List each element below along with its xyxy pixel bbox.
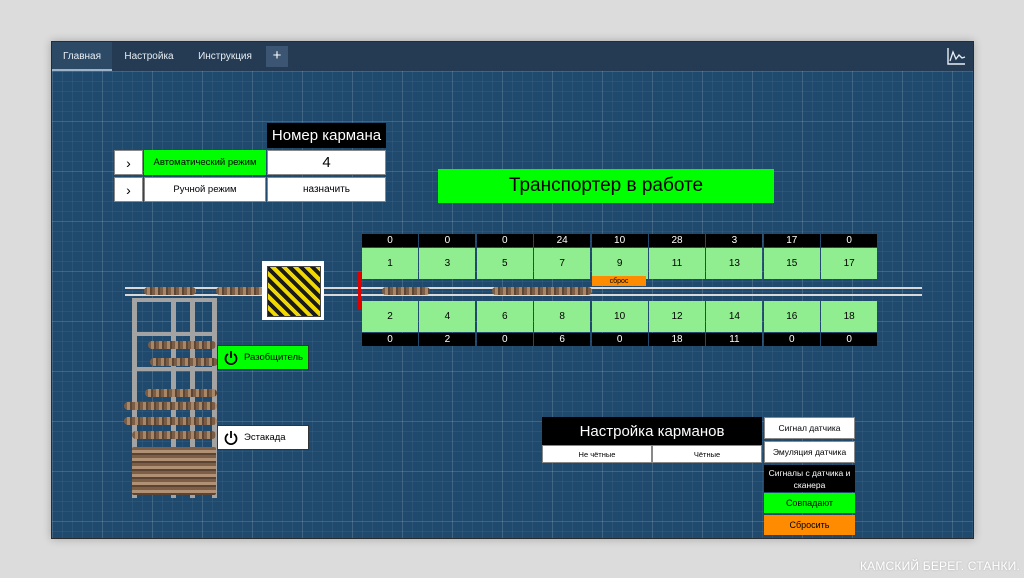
log [124,402,217,410]
pocket-cell[interactable]: 4 [419,301,476,332]
rack-beam [132,332,217,336]
pocket-count: 0 [821,234,878,247]
odd-pockets-button[interactable]: Не чётные [542,445,652,463]
tab-bar: Главная Настройка Инструкция + [52,42,973,71]
tab-instructions[interactable]: Инструкция [186,42,264,71]
separator-button[interactable]: Разобщитель [217,345,309,370]
pocket-count: 3 [706,234,763,247]
even-pockets-button[interactable]: Чётные [652,445,762,463]
pocket-cell[interactable]: 11 [649,248,705,279]
pocket-cell[interactable]: 12 [649,301,705,332]
signals-match-indicator: Совпадают [764,493,855,513]
pocket-count: 28 [649,234,705,247]
pocket-count: 10 [591,234,648,247]
pocket-cell[interactable]: 13 [706,248,763,279]
rack-beam [132,367,217,371]
pocket-number-header: Номер кармана [267,123,386,148]
hazard-sensor-box [262,261,324,320]
pockets-area: 0 0 0 24 10 28 3 17 0 1 3 5 7 9 11 13 15 17 2 4 6 8 10 12 14 16… [362,234,878,349]
power-icon [224,431,238,445]
auto-mode-arrow-button[interactable]: › [114,150,143,175]
manual-mode-arrow-button[interactable]: › [114,177,143,202]
pocket-count: 18 [649,333,705,346]
pocket-cell[interactable]: 16 [763,301,820,332]
sensor-signal-button[interactable]: Сигнал датчика [764,417,855,439]
pocket-cell[interactable]: 10 [591,301,648,332]
log [216,287,264,295]
pocket-count: 24 [534,234,591,247]
sensor-emulation-button[interactable]: Эмуляция датчика [764,441,855,463]
pocket-cell[interactable]: 3 [419,248,476,279]
power-icon [224,351,238,365]
pocket-count: 17 [763,234,820,247]
log [145,389,217,397]
pocket-count: 0 [476,333,533,346]
main-window: Главная Настройка Инструкция + Номер кар… [51,41,974,539]
log [132,431,216,439]
pocket-cell[interactable]: 2 [362,301,418,332]
pocket-cell[interactable]: 15 [763,248,820,279]
sensor-scanner-signals-title: Сигналы с датчика и сканера [764,465,855,492]
pocket-count: 11 [706,333,763,346]
pocket-count: 0 [591,333,648,346]
log [148,341,216,349]
assign-button[interactable]: назначить [267,177,386,202]
pocket-cell[interactable]: 18 [821,301,878,332]
pockets-settings-title: Настройка карманов [542,417,762,445]
watermark: КАМСКИЙ БЕРЕГ. СТАНКИ. [859,559,1020,573]
manual-mode-button[interactable]: Ручной режим [144,177,266,202]
tab-settings[interactable]: Настройка [114,42,184,71]
stopper-bar [358,272,361,310]
pocket-count: 2 [419,333,476,346]
pocket-count: 0 [419,234,476,247]
log [124,417,217,425]
log [150,358,218,366]
pocket-count: 0 [763,333,820,346]
pocket-cell[interactable]: 14 [706,301,763,332]
pocket-cell[interactable]: 7 [534,248,591,279]
pocket-cell[interactable]: 6 [476,301,533,332]
log [144,287,196,295]
chart-icon[interactable] [945,46,967,67]
reset-small-button[interactable]: сброс [592,276,646,286]
pocket-number-input[interactable]: 4 [267,150,386,175]
tab-main[interactable]: Главная [52,42,112,71]
pocket-cell[interactable]: 9 [591,248,648,279]
pocket-count: 0 [476,234,533,247]
pocket-count: 6 [534,333,591,346]
auto-mode-button[interactable]: Автоматический режим [144,150,266,175]
pocket-cell[interactable]: 5 [476,248,533,279]
pocket-cell[interactable]: 8 [534,301,591,332]
status-banner: Транспортер в работе [438,169,774,203]
pocket-cell[interactable]: 17 [821,248,878,279]
pocket-count: 0 [821,333,878,346]
rack-beam [132,298,217,302]
log-pile [132,447,216,495]
pocket-count: 0 [362,234,418,247]
reset-signals-button[interactable]: Сбросить [764,515,855,535]
add-tab-button[interactable]: + [266,46,288,67]
trestle-button[interactable]: Эстакада [217,425,309,450]
pocket-cell[interactable]: 1 [362,248,418,279]
pocket-count: 0 [362,333,418,346]
